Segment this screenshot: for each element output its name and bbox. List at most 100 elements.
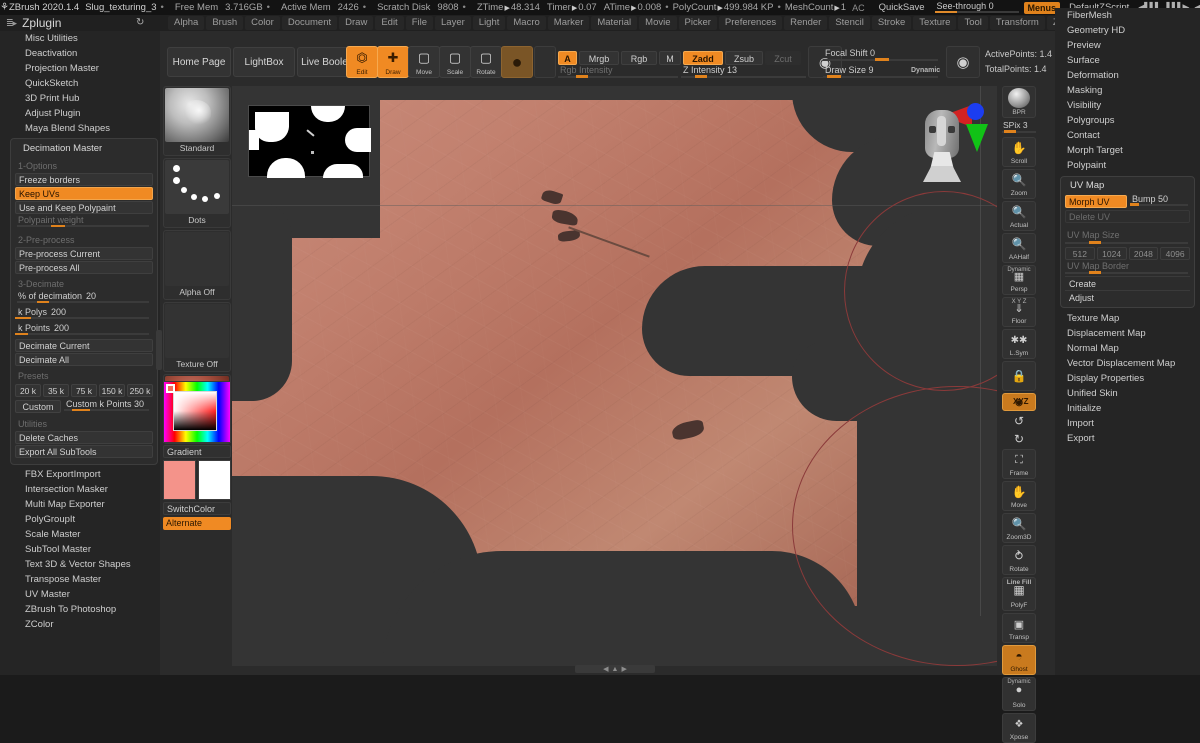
menu-render[interactable]: Render	[784, 16, 828, 30]
zplugin-item-intersection-masker[interactable]: Intersection Masker	[0, 482, 160, 497]
zplugin-item-adjust-plugin[interactable]: Adjust Plugin	[0, 106, 160, 121]
uv-adjust-button[interactable]: Adjust	[1065, 290, 1190, 304]
rotate-mode-button[interactable]: ▢ Rotate	[470, 46, 502, 78]
see-through-slider[interactable]: See-through 0	[933, 0, 1021, 15]
zoom3d-button[interactable]: 🔍 Zoom3D	[1002, 513, 1036, 543]
lock-button[interactable]: 🔒	[1002, 361, 1036, 391]
zadd-button[interactable]: Zadd	[683, 51, 723, 65]
delete-uv-button[interactable]: Delete UV	[1065, 210, 1190, 223]
menu-light[interactable]: Light	[472, 16, 506, 30]
zplugin-item-multi-map-exporter[interactable]: Multi Map Exporter	[0, 497, 160, 512]
zplugin-item-zbrush-to-photoshop[interactable]: ZBrush To Photoshop	[0, 602, 160, 617]
spix-slider[interactable]: SPix 3	[1002, 120, 1036, 135]
ghost-button[interactable]: ◓ Ghost	[1002, 645, 1036, 675]
alpha-selector[interactable]: Alpha Off	[163, 230, 231, 300]
tool-item-deformation[interactable]: Deformation	[1055, 68, 1200, 83]
tool-item-polypaint[interactable]: Polypaint	[1055, 158, 1200, 173]
preset-20k[interactable]: 20 k	[15, 384, 41, 397]
menu-brush[interactable]: Brush	[206, 16, 244, 30]
mrgb-button[interactable]: Mrgb	[579, 51, 619, 65]
decimate-current-button[interactable]: Decimate Current	[15, 339, 153, 352]
scroll-button[interactable]: ✋ Scroll	[1002, 137, 1036, 167]
transparency-button[interactable]: ▣ Transp	[1002, 613, 1036, 643]
tool-item-initialize[interactable]: Initialize	[1055, 401, 1200, 416]
menu-layer[interactable]: Layer	[435, 16, 471, 30]
menu-transform[interactable]: Transform	[989, 16, 1045, 30]
pre-process-current-button[interactable]: Pre-process Current	[15, 247, 153, 260]
zplugin-item-3d-print-hub[interactable]: 3D Print Hub	[0, 91, 160, 106]
freeze-borders-button[interactable]: Freeze borders	[15, 173, 153, 186]
zplugin-item-projection-master[interactable]: Projection Master	[0, 61, 160, 76]
z-intensity-slider[interactable]: Z Intensity 13	[681, 65, 806, 79]
decimate-all-button[interactable]: Decimate All	[15, 353, 153, 366]
primary-color-swatch[interactable]	[163, 460, 196, 500]
delete-caches-button[interactable]: Delete Caches	[15, 431, 153, 444]
stroke-selector[interactable]: Dots	[163, 158, 231, 228]
brush-selector[interactable]: Standard	[163, 86, 231, 156]
draw-mode-button[interactable]: ✚ Draw	[377, 46, 409, 78]
xyz-axis-button[interactable]: ◉ XYZ	[1002, 393, 1036, 411]
floor-grid-button[interactable]: X Y Z ⇓ Floor	[1002, 297, 1036, 327]
dynamic-label[interactable]: Dynamic	[911, 67, 940, 74]
tool-item-displacement-map[interactable]: Displacement Map	[1055, 326, 1200, 341]
k-points-slider[interactable]: k Points 200	[15, 323, 153, 337]
focal-shift-slider[interactable]: Focal Shift 0	[823, 48, 938, 62]
tool-item-import[interactable]: Import	[1055, 416, 1200, 431]
aahalf-button[interactable]: 🔍 AAHalf	[1002, 233, 1036, 263]
tool-item-vector-displacement-map[interactable]: Vector Displacement Map	[1055, 356, 1200, 371]
menu-movie[interactable]: Movie	[639, 16, 677, 30]
menu-alpha[interactable]: Alpha	[168, 16, 205, 30]
menu-marker[interactable]: Marker	[547, 16, 590, 30]
tool-item-texture-map[interactable]: Texture Map	[1055, 311, 1200, 326]
rotate-cw-button[interactable]: ↻	[1002, 431, 1036, 447]
menu-picker[interactable]: Picker	[678, 16, 717, 30]
morph-uv-button[interactable]: Morph UV	[1065, 194, 1127, 208]
tool-item-normal-map[interactable]: Normal Map	[1055, 341, 1200, 356]
material-scroll-left[interactable]	[534, 46, 556, 78]
use-and-keep-polypaint-button[interactable]: Use and Keep Polypaint	[15, 201, 153, 214]
local-symmetry-button[interactable]: ✱✱ L.Sym	[1002, 329, 1036, 359]
zplugin-item-subtool-master[interactable]: SubTool Master	[0, 542, 160, 557]
alternate-button[interactable]: Alternate	[163, 517, 231, 530]
zplugin-item-misc-utilities[interactable]: Misc Utilities	[0, 31, 160, 46]
edit-mode-button[interactable]: ⏣ Edit	[346, 46, 378, 78]
tool-item-fibermesh[interactable]: FiberMesh	[1055, 8, 1200, 23]
tool-item-surface[interactable]: Surface	[1055, 53, 1200, 68]
viewport-canvas[interactable]	[232, 86, 997, 666]
zsub-button[interactable]: Zsub	[725, 51, 763, 65]
perspective-button[interactable]: Dynamic ▦ Persp	[1002, 265, 1036, 295]
tool-item-export[interactable]: Export	[1055, 431, 1200, 446]
solo-button[interactable]: Dynamic ● Solo	[1002, 677, 1036, 711]
custom-button[interactable]: Custom	[15, 399, 61, 413]
decimation-master-title[interactable]: Decimation Master	[15, 141, 153, 157]
quicksave-button[interactable]: QuickSave	[871, 2, 933, 13]
tool-item-unified-skin[interactable]: Unified Skin	[1055, 386, 1200, 401]
menu-edit[interactable]: Edit	[375, 16, 404, 30]
tool-item-morph-target[interactable]: Morph Target	[1055, 143, 1200, 158]
menu-document[interactable]: Document	[281, 16, 338, 30]
tool-item-geometry-hd[interactable]: Geometry HD	[1055, 23, 1200, 38]
polypaint-weight-slider[interactable]: Polypaint weight	[15, 215, 153, 229]
tool-item-visibility[interactable]: Visibility	[1055, 98, 1200, 113]
zplugin-item-uv-master[interactable]: UV Master	[0, 587, 160, 602]
uv-size-1024[interactable]: 1024	[1096, 247, 1127, 260]
tool-item-display-properties[interactable]: Display Properties	[1055, 371, 1200, 386]
color-spectrum[interactable]	[163, 381, 231, 443]
rgb-button[interactable]: Rgb	[621, 51, 657, 65]
bump-slider[interactable]: Bump 50	[1130, 194, 1190, 208]
gizmo-green-arrow[interactable]	[966, 124, 988, 152]
scale-mode-button[interactable]: ▢ Scale	[439, 46, 471, 78]
preset-75k[interactable]: 75 k	[71, 384, 97, 397]
switch-color-button[interactable]: SwitchColor	[163, 502, 231, 515]
lightbox-button[interactable]: LightBox	[233, 47, 295, 77]
uv-size-2048[interactable]: 2048	[1128, 247, 1159, 260]
zplugin-item-polygroupit[interactable]: PolyGroupIt	[0, 512, 160, 527]
xpose-button[interactable]: ❖ Xpose	[1002, 713, 1036, 743]
percent-of-decimation-slider[interactable]: % of decimation 20	[15, 291, 153, 305]
menu-draw[interactable]: Draw	[339, 16, 374, 30]
move-view-button[interactable]: ✋ Move	[1002, 481, 1036, 511]
tool-item-preview[interactable]: Preview	[1055, 38, 1200, 53]
secondary-color-swatch[interactable]	[198, 460, 231, 500]
uv-size-512[interactable]: 512	[1065, 247, 1095, 260]
gradient-button[interactable]: Gradient	[163, 445, 231, 458]
